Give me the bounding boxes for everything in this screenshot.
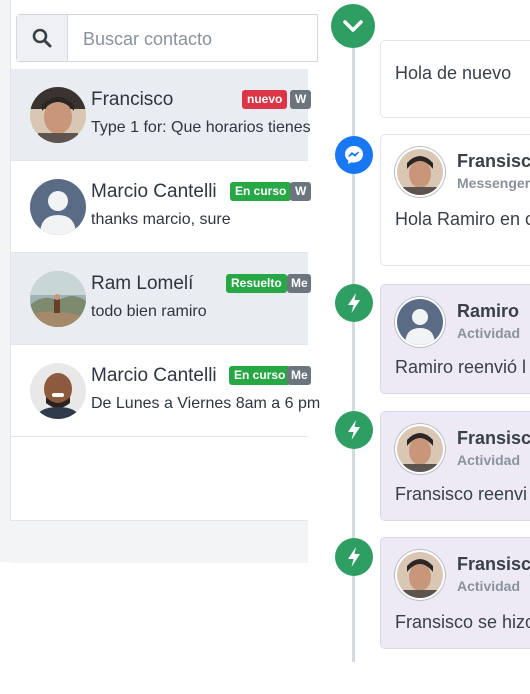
- card-message: Ramiro reenvió l: [395, 357, 527, 377]
- contact-last-message: Type 1 for: Que horarios tienes: [91, 119, 311, 136]
- card-message: Fransisco se hizo: [395, 612, 530, 632]
- status-badge: En curso: [230, 182, 292, 201]
- timeline-card[interactable]: Hola de nuevo: [380, 40, 530, 118]
- timeline-card[interactable]: Ramiro Actividad Ramiro reenvió l: [380, 284, 530, 394]
- card-source: Actividad: [457, 452, 521, 468]
- search-icon: [32, 28, 52, 48]
- avatar: [30, 87, 86, 143]
- chevron-down-icon: [343, 20, 363, 32]
- card-source: Messenger: [457, 175, 530, 191]
- contact-name: Marcio Cantelli: [91, 181, 217, 202]
- contact-item[interactable]: Francisco nuevo W Type 1 for: Que horari…: [11, 69, 311, 161]
- bolt-icon: [335, 538, 373, 576]
- channel-badge: Me: [287, 274, 311, 293]
- search-button[interactable]: [17, 15, 68, 61]
- avatar: [30, 363, 86, 419]
- channel-badge: Me: [287, 366, 311, 385]
- timeline-card[interactable]: Fransisco Actividad Fransisco se hizo: [380, 537, 530, 649]
- contact-item[interactable]: Ram Lomelí Resuelto Me todo bien ramiro: [11, 253, 311, 345]
- contact-last-message: thanks marcio, sure: [91, 211, 231, 228]
- card-author: Fransisco: [457, 151, 530, 171]
- card-source: Actividad: [457, 578, 521, 594]
- contact-item[interactable]: Marcio Cantelli En curso W thanks marcio…: [11, 161, 311, 253]
- avatar: [30, 179, 86, 235]
- channel-badge: W: [290, 90, 311, 109]
- default-avatar-icon: [30, 179, 86, 235]
- card-message: Fransisco reenvi: [395, 484, 528, 504]
- avatar: [395, 550, 445, 600]
- status-badge: nuevo: [242, 90, 288, 109]
- avatar: [30, 271, 86, 327]
- contact-last-message: De Lunes a Viernes 8am a 6 pm: [91, 395, 321, 412]
- avatar: [395, 424, 445, 474]
- status-badge: En curso: [229, 366, 291, 385]
- card-source: Actividad: [457, 325, 521, 341]
- status-badge: Resuelto: [226, 274, 287, 293]
- contact-last-message: todo bien ramiro: [91, 303, 207, 320]
- contact-item[interactable]: Marcio Cantelli En curso Me De Lunes a V…: [11, 345, 320, 437]
- contact-name: Marcio Cantelli: [91, 365, 217, 386]
- card-message: Hola Ramiro en c: [395, 209, 530, 229]
- avatar: [395, 297, 445, 347]
- timeline-card[interactable]: Fransisco Actividad Fransisco reenvi: [380, 411, 530, 521]
- timeline-card[interactable]: Fransisco Messenger Hola Ramiro en c: [380, 134, 530, 266]
- card-author: Ramiro: [457, 301, 520, 321]
- collapse-button[interactable]: [331, 4, 375, 48]
- card-message: Hola de nuevo: [395, 63, 512, 83]
- channel-badge: W: [290, 182, 311, 201]
- card-author: Fransisco: [457, 554, 530, 574]
- search-bar: [16, 14, 318, 63]
- card-author: Fransisco: [457, 428, 530, 448]
- messenger-icon: [335, 136, 373, 174]
- default-avatar-icon: [397, 299, 443, 345]
- contact-list-footer: [10, 520, 308, 563]
- bolt-icon: [335, 411, 373, 449]
- contact-name: Francisco: [91, 89, 174, 110]
- search-input[interactable]: [68, 15, 317, 63]
- contact-name: Ram Lomelí: [91, 273, 194, 294]
- avatar: [395, 147, 445, 197]
- bolt-icon: [335, 284, 373, 322]
